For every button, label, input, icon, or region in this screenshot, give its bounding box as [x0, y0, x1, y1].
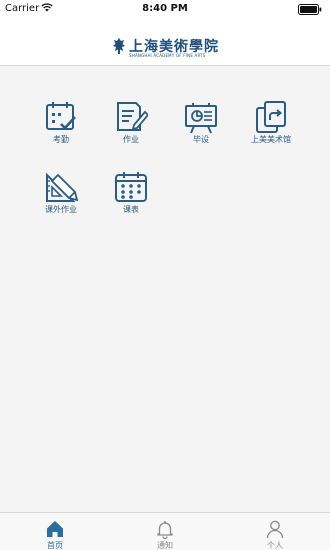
grid-item-label: 作业: [123, 135, 139, 144]
header-bar: 上海美術學院 SHANGHAI ACADEMY OF FINE ARTS: [0, 20, 330, 66]
easel-icon: [185, 103, 217, 134]
gallery-share-icon: [256, 101, 286, 133]
grid-item-art-museum[interactable]: 上美美术馆: [240, 100, 300, 160]
grid-item-label: 考勤: [53, 135, 69, 144]
tab-profile[interactable]: 个人: [240, 513, 310, 550]
clock: 8:40 PM: [142, 3, 188, 14]
person-icon: [266, 520, 284, 539]
logo-subtitle: SHANGHAI ACADEMY OF FINE ARTS: [129, 53, 206, 58]
home-icon: [47, 521, 63, 537]
tab-label: 通知: [157, 541, 173, 550]
bell-icon: [157, 521, 173, 539]
grid-item-label: 毕设: [193, 135, 209, 144]
tab-label: 首页: [47, 541, 63, 550]
grid-item-homework[interactable]: 作业: [100, 100, 160, 160]
document-edit-icon: [117, 102, 148, 131]
grid-item-timetable[interactable]: 课表: [100, 170, 160, 230]
grid-item-attendance[interactable]: 考勤: [30, 100, 90, 160]
tab-home[interactable]: 首页: [20, 513, 90, 550]
calendar-grid-icon: [115, 172, 147, 202]
battery-icon: [298, 4, 322, 15]
grid-item-graduation-project[interactable]: 毕设: [170, 100, 230, 160]
tab-notifications[interactable]: 通知: [130, 513, 200, 550]
grid-item-label: 课外作业: [45, 205, 77, 214]
bottom-tab-bar: 首页 通知 个人: [0, 512, 330, 550]
grid-item-label: 上美美术馆: [251, 135, 291, 144]
calendar-check-icon: [46, 102, 76, 130]
ruler-pencil-icon: [46, 172, 78, 202]
academy-emblem-icon: [113, 38, 125, 54]
status-bar: Carrier 8:40 PM: [0, 0, 330, 20]
grid-item-label: 课表: [123, 205, 139, 214]
grid-item-extracurricular-homework[interactable]: 课外作业: [30, 170, 90, 230]
academy-logo: 上海美術學院 SHANGHAI ACADEMY OF FINE ARTS: [112, 36, 222, 60]
tab-label: 个人: [267, 541, 283, 550]
